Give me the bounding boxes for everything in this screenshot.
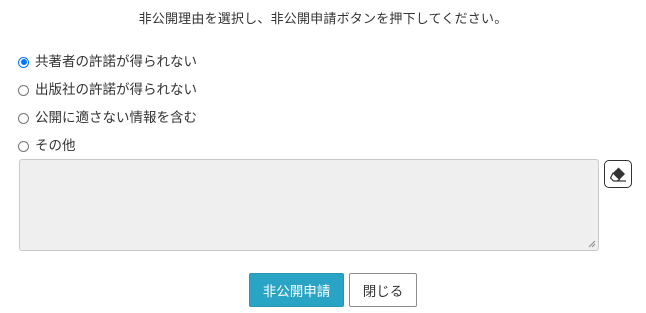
private-request-dialog: 非公開理由を選択し、非公開申請ボタンを押下してください。 共著者の許諾が得られな… [0,0,646,313]
reason-option-label: 公開に適さない情報を含む [35,110,197,126]
reason-option-label: 共著者の許諾が得られない [35,54,197,70]
radio-button[interactable] [18,140,29,152]
instruction-text: 非公開理由を選択し、非公開申請ボタンを押下してください。 [138,12,508,27]
clear-text-button[interactable] [604,160,632,188]
close-button[interactable]: 閉じる [349,273,417,307]
other-reason-textarea[interactable] [19,159,599,251]
reason-option-publisher[interactable]: 出版社の許諾が得られない [18,76,197,104]
radio-button[interactable] [18,84,29,96]
dialog-actions: 非公開申請 閉じる [249,273,417,307]
eraser-icon [609,167,626,182]
submit-private-request-button[interactable]: 非公開申請 [249,273,344,307]
radio-button[interactable] [18,112,29,124]
resize-grip-icon[interactable] [588,240,596,248]
reason-option-other[interactable]: その他 [18,132,197,160]
reason-option-label: その他 [35,138,76,154]
reason-option-sensitive-info[interactable]: 公開に適さない情報を含む [18,104,197,132]
reason-radio-group: 共著者の許諾が得られない 出版社の許諾が得られない 公開に適さない情報を含む そ… [18,48,197,160]
reason-option-label: 出版社の許諾が得られない [35,82,197,98]
radio-button-checked[interactable] [18,56,29,68]
reason-option-coauthor[interactable]: 共著者の許諾が得られない [18,48,197,76]
